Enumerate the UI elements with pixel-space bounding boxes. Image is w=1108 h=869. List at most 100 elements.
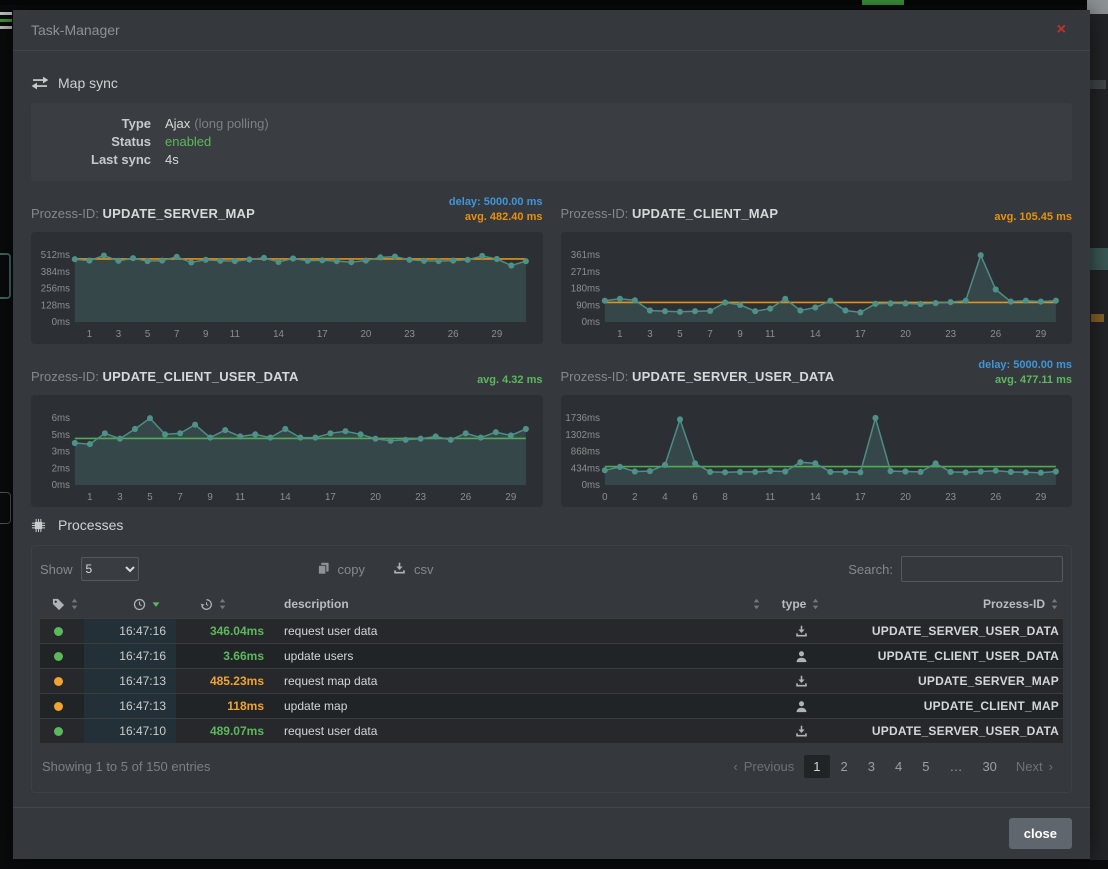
prozess-id-cell: UPDATE_SERVER_USER_DATA: [827, 724, 1063, 738]
prozess-id-cell: UPDATE_CLIENT_USER_DATA: [827, 649, 1063, 663]
sort-icon: [753, 598, 761, 610]
download-icon: [795, 725, 808, 738]
svg-text:1302ms: 1302ms: [565, 430, 600, 441]
svg-text:5ms: 5ms: [52, 430, 70, 441]
page-button[interactable]: 2: [832, 755, 857, 778]
chart-title: Prozess-ID: UPDATE_SERVER_USER_DATA: [561, 369, 835, 384]
chart-panel: 0ms2ms3ms5ms6ms1357911141720232629: [31, 395, 543, 507]
svg-text:5: 5: [677, 329, 683, 340]
svg-text:23: 23: [404, 329, 415, 340]
column-header-duration[interactable]: [176, 598, 274, 611]
table-row[interactable]: 16:47:16 346.04ms request user data UPDA…: [40, 618, 1063, 643]
background-top-bar: [0, 0, 1108, 5]
table-footer: Showing 1 to 5 of 150 entries ‹ Previous…: [40, 743, 1063, 792]
description-cell: update map: [274, 699, 775, 713]
svg-text:23: 23: [945, 329, 956, 340]
sort-icon: [1051, 598, 1059, 610]
avg-stat: avg. 4.32 ms: [477, 373, 542, 388]
table-row[interactable]: 16:47:13 118ms update map UPDATE_CLIENT_…: [40, 693, 1063, 718]
table-row[interactable]: 16:47:16 3.66ms update users UPDATE_CLIE…: [40, 643, 1063, 668]
status-dot-icon: [54, 652, 63, 661]
duration-cell: 3.66ms: [176, 649, 274, 663]
svg-text:23: 23: [415, 492, 426, 503]
task-manager-dialog: Task-Manager × Map sync Type Ajax(long p…: [13, 10, 1090, 859]
svg-text:14: 14: [809, 492, 820, 503]
svg-text:2ms: 2ms: [52, 463, 70, 474]
avg-stat: avg. 477.11 ms: [978, 373, 1072, 388]
page-button[interactable]: 3: [859, 755, 884, 778]
page-button[interactable]: 4: [886, 755, 911, 778]
column-header-prozess-id[interactable]: Prozess-ID: [827, 597, 1063, 611]
svg-text:384ms: 384ms: [41, 267, 70, 278]
search-group: Search:: [848, 556, 1063, 582]
svg-text:11: 11: [765, 492, 775, 503]
map-sync-heading-label: Map sync: [58, 75, 118, 91]
status-cell: [40, 652, 84, 661]
copy-button[interactable]: copy: [317, 562, 365, 577]
svg-text:9: 9: [207, 492, 213, 503]
duration-cell: 346.04ms: [176, 624, 274, 638]
delay-stat: delay: 5000.00 ms: [978, 358, 1072, 373]
close-icon[interactable]: ×: [1051, 21, 1072, 39]
column-header-type[interactable]: type: [775, 597, 827, 611]
description-header-label: description: [274, 597, 349, 611]
status-cell: [40, 727, 84, 736]
svg-text:26: 26: [990, 492, 1001, 503]
chart-stats: avg. 4.32 ms: [477, 373, 542, 388]
time-cell: 16:47:13: [84, 669, 176, 693]
svg-text:26: 26: [448, 329, 459, 340]
previous-page-button[interactable]: ‹ Previous: [725, 755, 802, 778]
svg-text:20: 20: [900, 329, 911, 340]
background-page-fragment: [0, 492, 11, 524]
description-cell: update users: [274, 649, 775, 663]
time-cell: 16:47:16: [84, 619, 176, 643]
page-button[interactable]: 30: [973, 755, 1005, 778]
svg-text:0: 0: [602, 492, 608, 503]
info-row-type: Type Ajax(long polling): [31, 115, 1072, 133]
user-icon: [795, 650, 808, 663]
svg-text:1: 1: [617, 329, 622, 340]
svg-text:14: 14: [280, 492, 291, 503]
svg-text:0ms: 0ms: [581, 317, 599, 328]
chart-update-server-map: Prozess-ID: UPDATE_SERVER_MAP delay: 500…: [31, 193, 543, 344]
csv-label: csv: [414, 562, 434, 577]
info-value: Ajax(long polling): [165, 115, 269, 133]
avg-stat: avg. 482.40 ms: [449, 210, 543, 225]
page-button[interactable]: 1: [804, 755, 829, 778]
csv-button[interactable]: csv: [393, 562, 434, 577]
processes-panel: Show 5 copy csv Search:: [31, 545, 1072, 793]
table-row[interactable]: 16:47:13 485.23ms request map data UPDAT…: [40, 668, 1063, 693]
search-input[interactable]: [901, 556, 1063, 582]
sync-status-value: enabled: [165, 133, 211, 151]
background-page-fragment: [1091, 314, 1104, 322]
svg-text:8: 8: [722, 492, 728, 503]
close-button[interactable]: close: [1009, 818, 1072, 849]
column-header-description[interactable]: description: [274, 597, 775, 611]
table-body: 16:47:16 346.04ms request user data UPDA…: [40, 618, 1063, 743]
svg-text:180ms: 180ms: [570, 283, 599, 294]
page-button[interactable]: 5: [913, 755, 938, 778]
background-page-fragment: [0, 26, 12, 29]
scrollbar-thumb[interactable]: [1087, 0, 1108, 14]
svg-text:0ms: 0ms: [581, 480, 599, 491]
user-icon: [795, 700, 808, 713]
page-buttons: 12345…30: [804, 755, 1006, 778]
processes-heading-label: Processes: [58, 517, 123, 533]
chevron-right-icon: ›: [1049, 759, 1053, 774]
description-cell: request user data: [274, 624, 775, 638]
svg-text:17: 17: [854, 492, 865, 503]
column-header-status[interactable]: [40, 598, 84, 611]
download-icon: [393, 562, 407, 576]
table-row[interactable]: 16:47:10 489.07ms request user data UPDA…: [40, 718, 1063, 743]
chart-header: Prozess-ID: UPDATE_CLIENT_USER_DATA avg.…: [31, 356, 543, 388]
status-dot-icon: [54, 702, 63, 711]
next-label: Next: [1016, 759, 1043, 774]
column-header-time[interactable]: [84, 598, 176, 611]
next-page-button[interactable]: Next ›: [1008, 755, 1061, 778]
show-entries-select[interactable]: 5: [81, 557, 139, 581]
prozess-id-cell: UPDATE_SERVER_MAP: [827, 674, 1063, 688]
svg-text:1736ms: 1736ms: [565, 413, 600, 424]
background-page-fragment: [1090, 80, 1106, 89]
dialog-footer: close: [13, 807, 1090, 859]
description-cell: request map data: [274, 674, 775, 688]
